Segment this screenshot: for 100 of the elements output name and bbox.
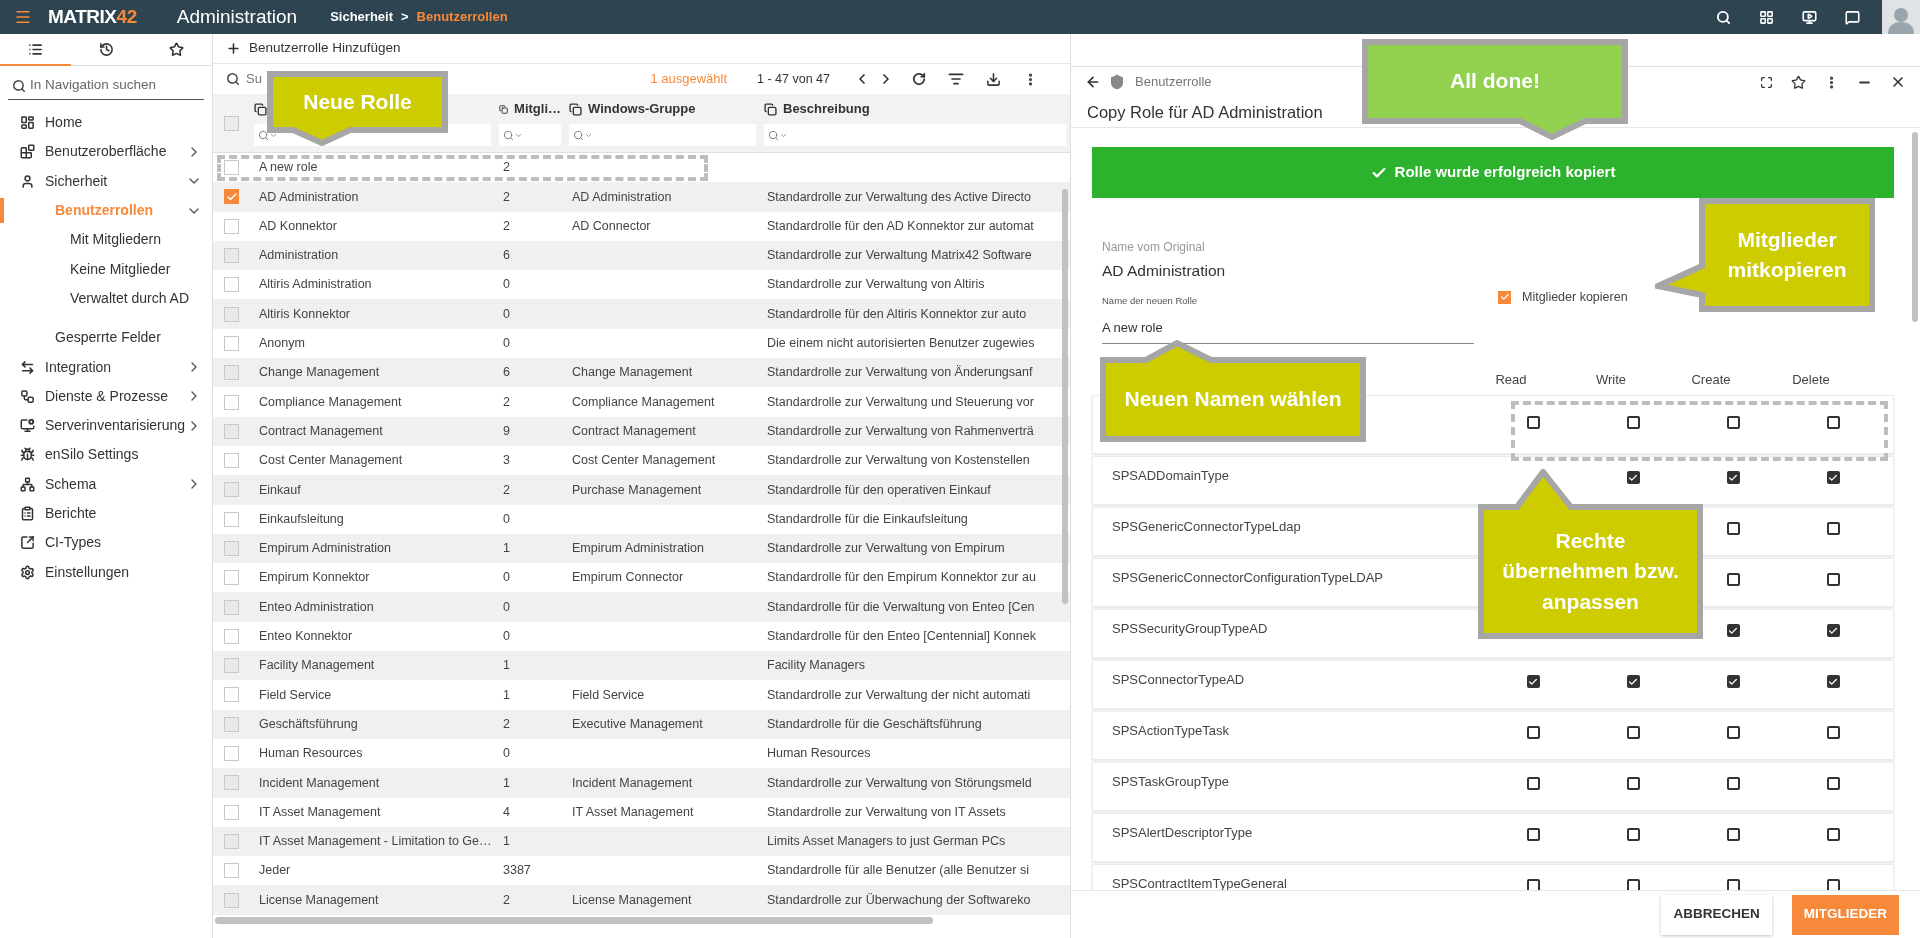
permission-checkbox[interactable] (1826, 416, 1840, 429)
permission-checkbox[interactable] (1726, 675, 1740, 688)
row-checkbox[interactable] (224, 453, 239, 469)
row-checkbox[interactable] (224, 189, 239, 205)
nav-item[interactable]: Berichte (0, 498, 212, 529)
filter-field[interactable] (499, 124, 561, 146)
nav-item[interactable]: Serverinventarisierung (0, 410, 212, 441)
row-checkbox[interactable] (224, 394, 239, 410)
permission-checkbox[interactable] (1626, 726, 1640, 739)
row-checkbox[interactable] (224, 716, 239, 732)
filter-field[interactable] (764, 124, 1066, 146)
row-checkbox[interactable] (224, 833, 239, 849)
row-checkbox[interactable] (224, 570, 239, 586)
row-checkbox[interactable] (224, 511, 239, 527)
refresh-icon[interactable] (912, 72, 926, 86)
permission-checkbox[interactable] (1626, 777, 1640, 790)
permission-checkbox[interactable] (1826, 624, 1840, 637)
star-icon[interactable] (1791, 74, 1806, 90)
row-checkbox[interactable] (224, 628, 239, 644)
column-header[interactable]: Beschreibung (783, 99, 870, 119)
permission-checkbox[interactable] (1526, 828, 1540, 841)
back-arrow-icon[interactable] (1085, 74, 1101, 90)
row-checkbox[interactable] (224, 599, 239, 615)
row-checkbox[interactable] (224, 306, 239, 322)
permission-checkbox[interactable] (1826, 879, 1840, 890)
download-icon[interactable] (986, 71, 1001, 87)
permission-checkbox[interactable] (1826, 828, 1840, 841)
row-checkbox[interactable] (224, 365, 239, 381)
permission-checkbox[interactable] (1526, 777, 1540, 790)
row-checkbox[interactable] (224, 218, 239, 234)
row-checkbox[interactable] (224, 746, 239, 762)
apps-grid-icon[interactable] (1759, 9, 1774, 25)
column-header[interactable]: Mitgli… (514, 99, 561, 119)
permission-checkbox[interactable] (1726, 777, 1740, 790)
breadcrumb-link[interactable]: Benutzerrollen (416, 7, 508, 27)
permission-checkbox[interactable] (1726, 828, 1740, 841)
fullscreen-icon[interactable] (1760, 75, 1773, 89)
nav-item[interactable]: Einstellungen (0, 557, 212, 587)
cancel-button[interactable]: ABBRECHEN (1661, 894, 1772, 935)
nav-item[interactable]: Verwaltet durch AD (0, 283, 212, 314)
row-checkbox[interactable] (224, 160, 239, 176)
permission-checkbox[interactable] (1826, 522, 1840, 535)
search-icon[interactable] (1716, 9, 1731, 25)
permission-checkbox[interactable] (1726, 624, 1740, 637)
permission-checkbox[interactable] (1826, 777, 1840, 790)
row-checkbox[interactable] (224, 482, 239, 498)
filter-field[interactable] (569, 124, 756, 146)
vertical-scrollbar[interactable] (1062, 189, 1068, 604)
row-checkbox[interactable] (224, 335, 239, 351)
close-icon[interactable] (1890, 74, 1906, 90)
nav-item[interactable]: Home (0, 108, 212, 138)
nav-item[interactable]: Gesperrte Felder (0, 323, 212, 353)
permission-checkbox[interactable] (1826, 675, 1840, 688)
row-checkbox[interactable] (224, 423, 239, 439)
row-checkbox[interactable] (224, 687, 239, 703)
permission-checkbox[interactable] (1826, 471, 1840, 484)
nav-item[interactable]: enSilo Settings (0, 440, 212, 470)
permission-checkbox[interactable] (1626, 416, 1640, 429)
nav-item[interactable]: Integration (0, 352, 212, 382)
nav-item[interactable]: Sicherheit (0, 166, 212, 196)
permission-checkbox[interactable] (1726, 879, 1740, 890)
nav-search-field[interactable]: In Navigation suchen (8, 72, 204, 100)
nav-item[interactable]: Dienste & Prozesse (0, 381, 212, 411)
select-all-checkbox[interactable] (224, 115, 239, 131)
permission-checkbox[interactable] (1726, 522, 1740, 535)
breadcrumb-link[interactable]: Sicherheit (330, 7, 393, 27)
menu-icon[interactable] (14, 8, 32, 26)
filter-icon[interactable] (948, 71, 964, 87)
permission-checkbox[interactable] (1526, 726, 1540, 739)
column-header[interactable]: Windows-Gruppe (588, 99, 696, 119)
permission-checkbox[interactable] (1526, 675, 1540, 688)
row-checkbox[interactable] (224, 863, 239, 879)
permission-checkbox[interactable] (1726, 471, 1740, 484)
nav-item[interactable]: Benutzeroberfläche (0, 137, 212, 167)
nav-item[interactable]: Schema (0, 469, 212, 499)
row-checkbox[interactable] (224, 804, 239, 820)
nav-item[interactable]: CI-Types (0, 528, 212, 558)
row-checkbox[interactable] (224, 248, 239, 264)
add-role-button[interactable]: Benutzerrolle Hinzufügen (226, 38, 401, 59)
play-screen-icon[interactable] (1802, 9, 1817, 25)
permission-checkbox[interactable] (1826, 573, 1840, 586)
row-checkbox[interactable] (224, 892, 239, 908)
permission-checkbox[interactable] (1726, 573, 1740, 586)
permission-checkbox[interactable] (1726, 416, 1740, 429)
permission-checkbox[interactable] (1626, 675, 1640, 688)
horizontal-scrollbar[interactable] (215, 917, 933, 924)
row-checkbox[interactable] (224, 658, 239, 674)
chat-icon[interactable] (1845, 9, 1860, 25)
permission-checkbox[interactable] (1626, 471, 1640, 484)
permission-checkbox[interactable] (1826, 726, 1840, 739)
row-checkbox[interactable] (224, 541, 239, 556)
permission-checkbox[interactable] (1526, 416, 1540, 429)
list-search-field[interactable]: Su (246, 69, 262, 89)
permission-checkbox[interactable] (1526, 879, 1540, 890)
permission-checkbox[interactable] (1626, 879, 1640, 890)
nav-item[interactable]: Mit Mitgliedern (0, 225, 212, 255)
nav-item[interactable]: Keine Mitglieder (0, 254, 212, 284)
permission-checkbox[interactable] (1626, 828, 1640, 841)
vertical-scrollbar[interactable] (1912, 132, 1918, 322)
permission-checkbox[interactable] (1726, 726, 1740, 739)
